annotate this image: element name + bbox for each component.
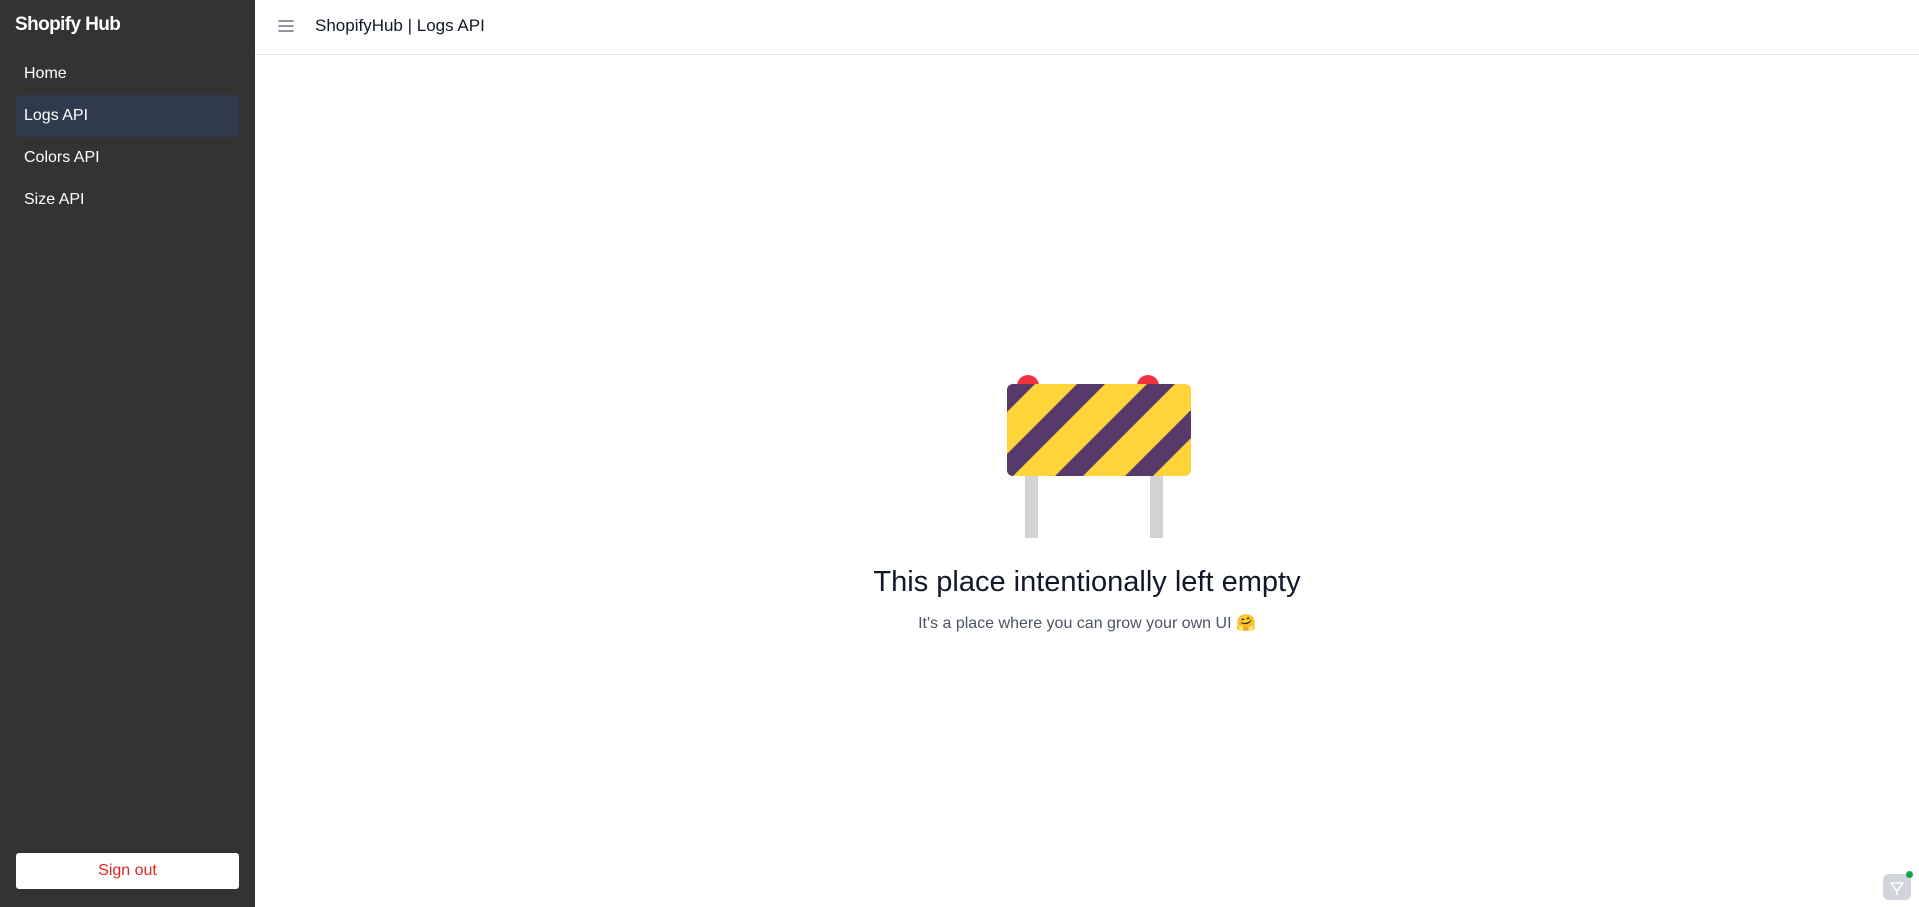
- brand-logo: Shopify Hub: [15, 14, 121, 35]
- sidebar-item-colors-api[interactable]: Colors API: [16, 137, 239, 179]
- sidebar: Shopify Hub Home Logs API Colors API Siz…: [0, 0, 255, 907]
- sidebar-item-logs-api[interactable]: Logs API: [16, 95, 239, 137]
- feedback-widget-icon[interactable]: [1883, 871, 1913, 900]
- top-bar: ShopifyHub | Logs API: [255, 0, 1919, 55]
- status-dot: [1906, 871, 1913, 878]
- sign-out-button[interactable]: Sign out: [16, 853, 239, 889]
- sidebar-item-size-api[interactable]: Size API: [16, 179, 239, 221]
- empty-state-title: This place intentionally left empty: [873, 566, 1301, 598]
- road-barrier-icon: [995, 369, 1195, 548]
- sidebar-nav: Home Logs API Colors API Size API: [16, 53, 239, 221]
- main-content: This place intentionally left empty It's…: [255, 56, 1919, 907]
- page-title: ShopifyHub | Logs API: [315, 16, 485, 35]
- empty-state-subtitle: It's a place where you can grow your own…: [918, 615, 1256, 632]
- sidebar-item-home[interactable]: Home: [16, 53, 239, 95]
- hamburger-menu-icon[interactable]: [277, 17, 295, 35]
